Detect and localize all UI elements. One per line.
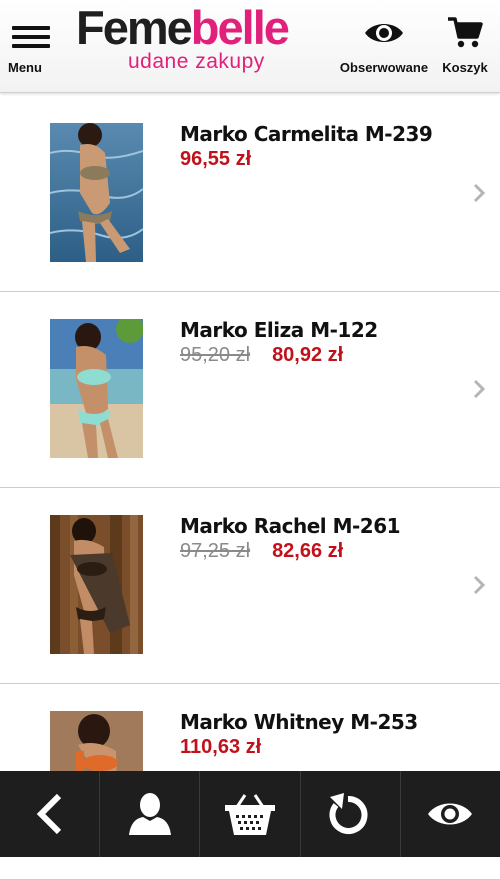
product-image <box>50 319 143 458</box>
product-price: 80,92 zł <box>272 344 344 366</box>
chevron-right-icon <box>473 379 486 399</box>
eye-icon <box>428 803 473 825</box>
product-name: Marko Carmelita M-239 <box>180 122 433 146</box>
product-price: 82,66 zł <box>272 540 344 562</box>
cart-label: Koszyk <box>442 60 488 75</box>
bottom-toolbar <box>0 771 500 857</box>
basket-icon <box>225 794 275 835</box>
product-old-price: 97,25 zł <box>180 540 251 562</box>
product-name: Marko Eliza M-122 <box>180 318 378 342</box>
chevron-right-icon <box>473 575 486 595</box>
account-button[interactable] <box>100 771 201 857</box>
eye-icon <box>365 24 403 42</box>
femebelle-logo[interactable]: Femebelle udane zakupy <box>76 4 326 74</box>
logo-wordmark-part2: belle <box>190 1 290 54</box>
price-row: 96,55 zł <box>180 148 251 171</box>
product-item[interactable]: Marko Carmelita M-239 96,55 zł <box>0 96 500 292</box>
menu-button[interactable]: Menu <box>8 16 58 80</box>
price-row: 97,25 zł 82,66 zł <box>180 540 343 563</box>
watchlist-button[interactable]: Obserwowane <box>336 12 432 82</box>
logo-tagline: udane zakupy <box>128 50 265 73</box>
product-name: Marko Rachel M-261 <box>180 514 401 538</box>
logo-wordmark-part1: Feme <box>76 1 193 54</box>
back-arrow-icon <box>36 793 61 835</box>
logo-wordmark: Femebelle <box>76 1 290 54</box>
hamburger-icon <box>12 26 50 48</box>
user-icon <box>128 793 171 835</box>
back-button[interactable] <box>0 771 101 857</box>
chevron-right-icon <box>473 183 486 203</box>
watchlist-nav-button[interactable] <box>401 771 500 857</box>
menu-label: Menu <box>8 60 42 75</box>
cart-button[interactable]: Koszyk <box>436 12 494 82</box>
refresh-icon <box>329 793 368 834</box>
product-item[interactable]: Marko Rachel M-261 97,25 zł 82,66 zł <box>0 488 500 684</box>
product-image <box>50 515 143 654</box>
product-price: 110,63 zł <box>180 736 262 758</box>
watchlist-label: Obserwowane <box>339 60 429 75</box>
refresh-button[interactable] <box>301 771 401 857</box>
cart-icon <box>448 17 483 48</box>
product-image <box>50 123 143 262</box>
basket-button[interactable] <box>200 771 301 857</box>
product-item[interactable]: Marko Eliza M-122 95,20 zł 80,92 zł <box>0 292 500 488</box>
product-list: Marko Carmelita M-239 96,55 zł Marko Eli… <box>0 96 500 880</box>
product-name: Marko Whitney M-253 <box>180 710 418 734</box>
price-row: 95,20 zł 80,92 zł <box>180 344 343 367</box>
app-header: Menu Femebelle udane zakupy Obserwowane … <box>0 0 500 93</box>
price-row: 110,63 zł <box>180 736 261 759</box>
product-old-price: 95,20 zł <box>180 344 251 366</box>
product-price: 96,55 zł <box>180 148 252 170</box>
